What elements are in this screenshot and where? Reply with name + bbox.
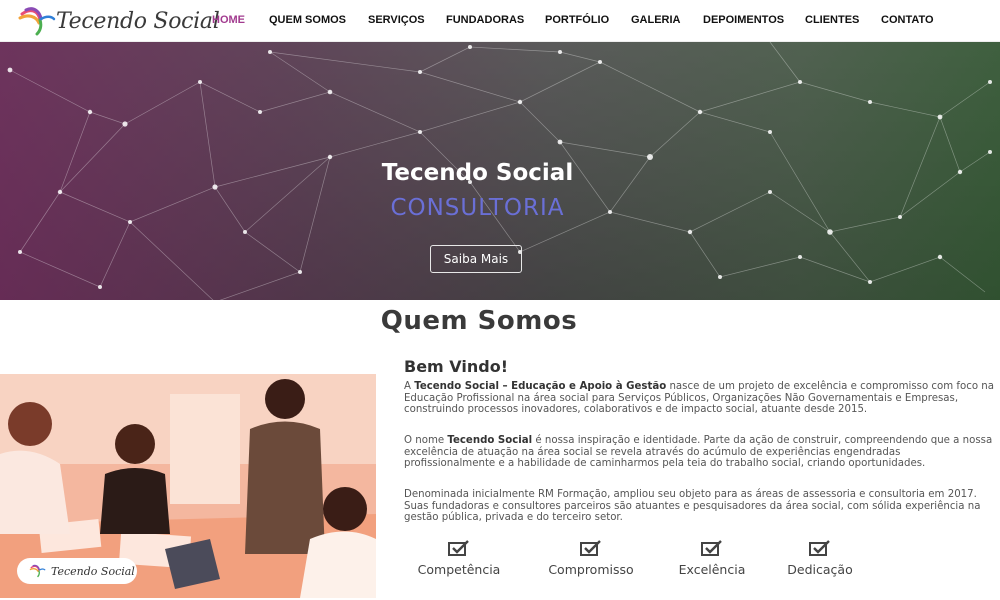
p2-pre: O nome [404, 435, 448, 446]
team-photo: Tecendo Social [0, 374, 376, 598]
value-label: Compromisso [548, 562, 634, 577]
nav-item-depoimentos[interactable]: DEPOIMENTOS [703, 14, 784, 26]
value-compromisso: Compromisso [536, 540, 646, 577]
navbar: Tecendo Social HOME QUEM SOMOS SERVIÇOS … [0, 0, 1000, 42]
about-paragraph-1: A Tecendo Social – Educação e Apoio à Ge… [404, 381, 994, 416]
about-paragraph-2: O nome Tecendo Social é nossa inspiração… [404, 435, 994, 470]
nav-item-contato[interactable]: CONTATO [881, 14, 934, 26]
check-square-icon [580, 540, 601, 556]
hero-subtitle: CONSULTORIA [390, 195, 565, 221]
value-competencia: Competência [404, 540, 514, 577]
nav-item-quem-somos[interactable]: QUEM SOMOS [269, 14, 346, 26]
brand-name: Tecendo Social [56, 8, 220, 34]
value-label: Competência [417, 562, 501, 577]
nav-item-fundadoras[interactable]: FUNDADORAS [446, 14, 524, 26]
nav-item-portfolio[interactable]: PORTFÓLIO [545, 14, 609, 26]
nav-item-galeria[interactable]: GALERIA [631, 14, 681, 26]
about-paragraph-3: Denominada inicialmente RM Formação, amp… [404, 489, 981, 524]
brand-logo[interactable]: Tecendo Social [18, 2, 220, 40]
photo-logo-text: Tecendo Social [51, 564, 135, 578]
saiba-mais-button[interactable]: Saiba Mais [430, 245, 522, 273]
value-dedicacao: Dedicação [765, 540, 875, 577]
check-square-icon [701, 540, 722, 556]
hero-title: Tecendo Social [381, 160, 574, 186]
section-title-quem-somos: Quem Somos [380, 306, 578, 336]
logo-icon [18, 7, 56, 36]
value-label: Excelência [678, 562, 746, 577]
hero-banner: Tecendo Social CONSULTORIA Saiba Mais [0, 42, 1000, 300]
photo-watermark-logo: Tecendo Social [17, 558, 137, 584]
values-row: Competência Compromisso Excelência Dedic… [404, 540, 964, 580]
logo-icon [29, 564, 46, 578]
value-label: Dedicação [787, 562, 853, 577]
value-excelencia: Excelência [657, 540, 767, 577]
check-square-icon [448, 540, 469, 556]
nav-item-clientes[interactable]: CLIENTES [805, 14, 859, 26]
p2-bold: Tecendo Social [447, 435, 533, 446]
welcome-heading: Bem Vindo! [404, 357, 509, 376]
check-square-icon [809, 540, 830, 556]
p1-bold: Tecendo Social – Educação e Apoio à Gest… [414, 381, 667, 392]
p1-pre: A [404, 381, 415, 392]
nav-item-home[interactable]: HOME [212, 14, 245, 26]
nav-item-servicos[interactable]: SERVIÇOS [368, 14, 425, 26]
